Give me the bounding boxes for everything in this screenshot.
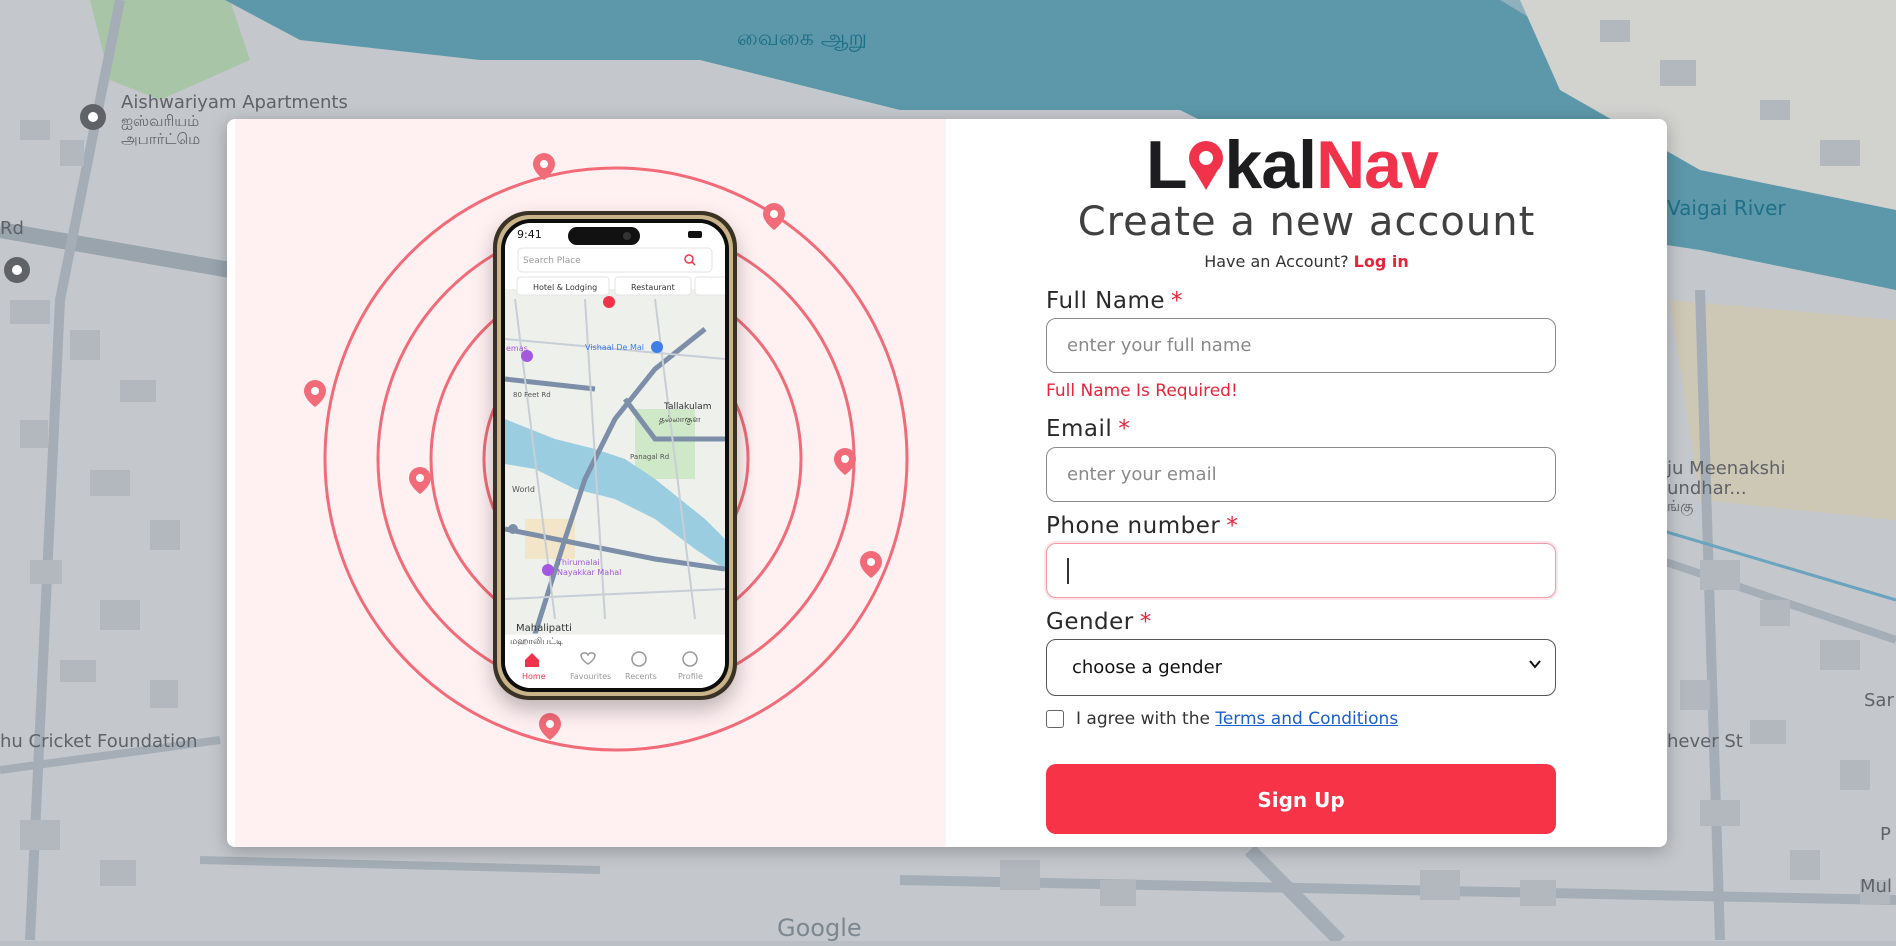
terms-checkbox[interactable] (1046, 710, 1064, 728)
illustration-panel: 9:41 Search Place Hotel & Lodging Restau… (235, 119, 946, 847)
terms-link[interactable]: Terms and Conditions (1215, 709, 1398, 729)
email-label-text: Email (1046, 416, 1113, 442)
map-label-hever: hever St (1667, 731, 1743, 752)
email-input[interactable] (1046, 447, 1556, 502)
map-label-meenakshi: ju Meenakshi (1667, 458, 1786, 479)
gender-select[interactable]: choose a gender (1046, 639, 1556, 696)
sign-up-label: Sign Up (1257, 788, 1345, 812)
logo-pin-icon (1187, 131, 1225, 191)
phone-label-tallakulam-ta: தல்லாகுள (659, 415, 701, 426)
gender-label-text: Gender (1046, 609, 1134, 635)
required-mark: * (1118, 416, 1131, 442)
logo-part-nav: Nav (1316, 127, 1439, 203)
map-label-apartments: Aishwariyam Apartments (121, 92, 348, 113)
phone-label-nayakkar: Nayakkar Mahal (557, 568, 621, 577)
map-label-meenakshi-3: ங்கு (1667, 497, 1694, 515)
text-cursor (1067, 558, 1069, 584)
have-account-text: Have an Account? (1204, 252, 1349, 271)
map-label-p: P (1880, 824, 1891, 845)
gender-select-value: choose a gender (1072, 657, 1223, 678)
phone-illustration: 9:41 Search Place Hotel & Lodging Restau… (304, 153, 909, 752)
map-label-sar: Sar (1864, 690, 1894, 711)
terms-prefix: I agree with the (1076, 709, 1210, 729)
signup-form: LkalNav Create a new account Have an Acc… (946, 119, 1667, 847)
map-label-cricket: hu Cricket Foundation (0, 731, 198, 752)
phone-chip-restaurant: Restaurant (631, 283, 675, 292)
login-prompt: Have an Account? Log in (946, 252, 1667, 271)
map-label-rd: Rd (0, 218, 24, 239)
full-name-input[interactable] (1046, 318, 1556, 373)
full-name-label: Full Name * (1046, 288, 1183, 314)
phone-time: 9:41 (517, 228, 542, 241)
email-label: Email * (1046, 416, 1130, 442)
map-label-apartments-tamil: ஐஸ்வரியம் (121, 112, 200, 130)
phone-label-feet-rd: 80 Feet Rd (513, 391, 551, 399)
map-label-mul: Mul (1860, 876, 1892, 897)
required-mark: * (1139, 609, 1152, 635)
phone-input[interactable] (1046, 543, 1556, 598)
map-label-apartments-tamil-2: அபார்ட்மெ (121, 130, 201, 148)
full-name-label-text: Full Name (1046, 288, 1165, 314)
phone-label-tallakulam: Tallakulam (663, 402, 711, 412)
chevron-down-icon (1529, 660, 1541, 669)
required-mark: * (1226, 513, 1239, 539)
phone-label-mahalipatti-ta: மஹாலிபட்டி (510, 637, 564, 647)
map-label-meenakshi-2: undhar... (1667, 478, 1747, 499)
logo-part-l: L (1146, 127, 1188, 203)
brand-logo: LkalNav (1146, 125, 1466, 205)
phone-nav-favourites: Favourites (570, 672, 611, 681)
phone-chip-hotel: Hotel & Lodging (533, 283, 597, 292)
signup-card: 9:41 Search Place Hotel & Lodging Restau… (227, 119, 1667, 847)
phone-label-world: World (512, 485, 535, 494)
phone-label-mahalipatti: Mahalipatti (516, 623, 572, 634)
phone-label-panagal: Panagal Rd (630, 453, 669, 461)
phone-label: Phone number * (1046, 513, 1238, 539)
phone-nav-home: Home (522, 672, 546, 681)
map-label-river-tamil: வைகை ஆறு (737, 26, 867, 51)
sign-up-button[interactable]: Sign Up (1046, 764, 1556, 834)
logo-part-kal: kal (1224, 127, 1318, 203)
gender-label: Gender * (1046, 609, 1152, 635)
login-link[interactable]: Log in (1354, 252, 1409, 271)
phone-nav-profile: Profile (678, 672, 703, 681)
page-title: Create a new account (1077, 199, 1536, 245)
google-logo: Google (777, 914, 862, 942)
phone-label-vishaal: Vishaal De Mal (585, 343, 644, 352)
phone-nav-recents: Recents (625, 672, 657, 681)
required-mark: * (1171, 288, 1183, 314)
map-label-vaigai-river: Vaigai River (1667, 196, 1786, 220)
full-name-error: Full Name Is Required! (1046, 381, 1238, 401)
phone-label-thirumalai: Thirumalai (556, 558, 600, 567)
phone-search-placeholder: Search Place (523, 256, 581, 266)
phone-label-emas: emas (506, 344, 528, 353)
phone-label-text: Phone number (1046, 513, 1221, 539)
